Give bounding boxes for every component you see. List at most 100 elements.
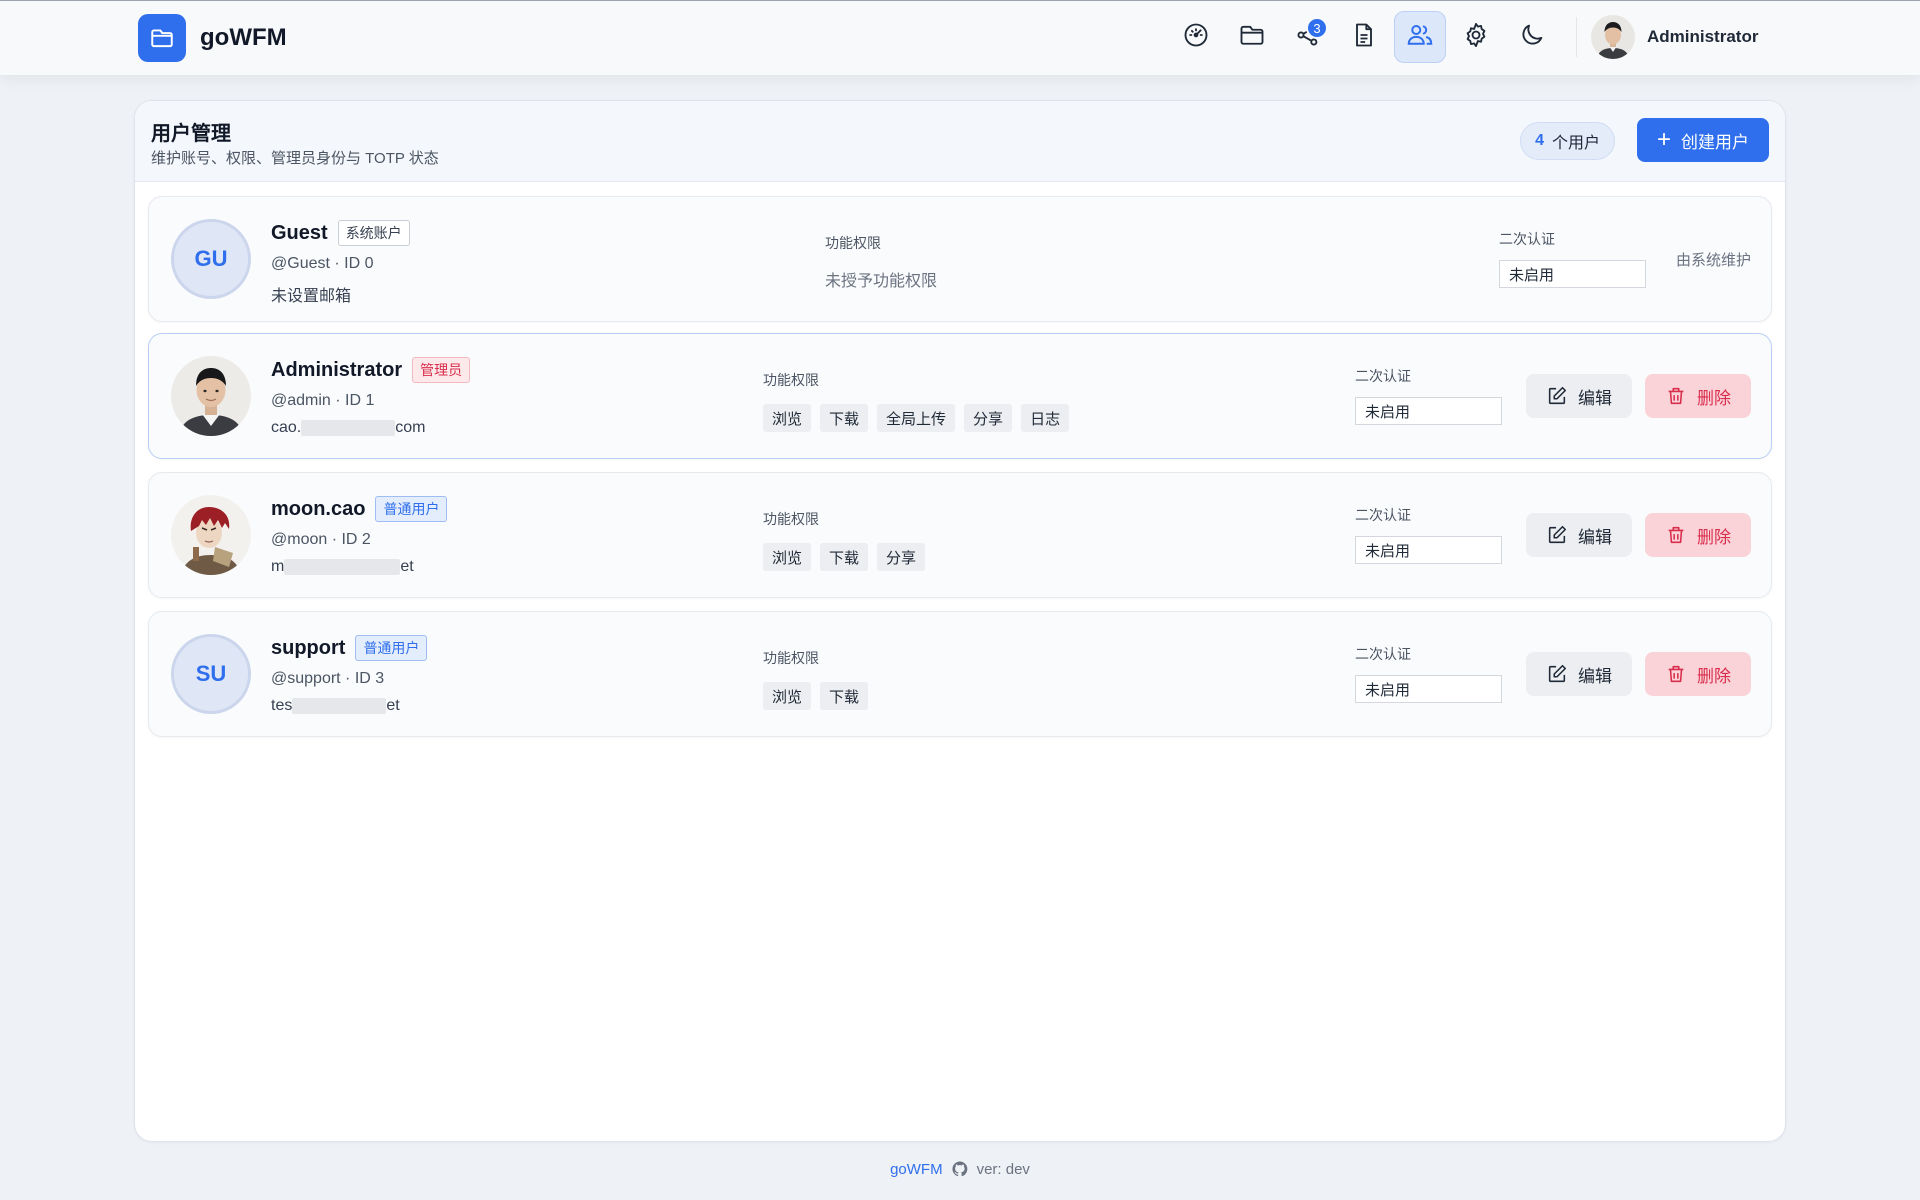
top-bar: goWFM 3 Administrator [0, 0, 1920, 75]
brand[interactable]: goWFM [138, 14, 287, 62]
permission-chip: 日志 [1021, 404, 1070, 432]
avatar [1591, 15, 1635, 59]
delete-button[interactable]: 删除 [1645, 513, 1751, 557]
delete-label: 删除 [1697, 527, 1731, 547]
footer-app-link[interactable]: goWFM [890, 1161, 943, 1178]
nav-divider [1576, 17, 1577, 57]
nav-files[interactable] [1226, 11, 1278, 63]
panel-header: 用户管理 维护账号、权限、管理员身份与 TOTP 状态 4 个用户 + 创建用户 [135, 101, 1785, 182]
email-prefix: cao. [271, 419, 302, 436]
email-redaction [284, 558, 401, 575]
user-name: support [271, 636, 346, 659]
totp-status: 未启用 [1355, 397, 1502, 425]
folder-icon [1238, 21, 1266, 54]
edit-icon [1548, 386, 1567, 405]
user-name: Guest [271, 221, 328, 244]
nav-dashboard[interactable] [1170, 11, 1222, 63]
no-permissions-text: 未授予功能权限 [825, 273, 938, 290]
role-badge: 普通用户 [355, 635, 428, 661]
user-handle: @Guest · ID 0 [271, 255, 374, 272]
folder-logo-icon [138, 14, 186, 62]
main-nav: 3 Administrator [1170, 11, 1758, 63]
email-prefix: m [271, 558, 285, 575]
avatar [171, 356, 251, 436]
user-info: Guest 系统账户 @Guest · ID 0 未设置邮箱 [271, 219, 410, 306]
totp-status: 未启用 [1355, 675, 1502, 703]
avatar: GU [171, 219, 251, 299]
delete-button[interactable]: 删除 [1645, 652, 1751, 696]
nav-settings[interactable] [1450, 11, 1502, 63]
user-info: support 普通用户 @support · ID 3 tes et [271, 634, 428, 715]
footer: goWFM ver: dev [0, 1160, 1920, 1178]
document-icon [1350, 21, 1378, 54]
current-user-menu[interactable]: Administrator [1591, 15, 1758, 59]
user-count-label: 个用户 [1551, 135, 1600, 152]
plus-icon: + [1656, 126, 1671, 153]
share-count-badge: 3 [1306, 17, 1328, 39]
user-management-panel: 用户管理 维护账号、权限、管理员身份与 TOTP 状态 4 个用户 + 创建用户… [134, 100, 1786, 1142]
nav-logs[interactable] [1338, 11, 1390, 63]
permissions-label: 功能权限 [763, 650, 819, 666]
user-handle: @admin · ID 1 [271, 392, 375, 409]
permission-chip: 下载 [820, 543, 869, 571]
user-email: cao. com [271, 419, 470, 437]
avatar-initials: GU [194, 246, 228, 271]
permission-chip: 全局上传 [877, 404, 956, 432]
edit-button[interactable]: 编辑 [1526, 652, 1632, 696]
trash-icon [1668, 526, 1684, 544]
permissions-label: 功能权限 [763, 372, 819, 388]
role-badge: 普通用户 [375, 496, 448, 522]
totp-label: 二次认证 [1355, 646, 1411, 662]
edit-label: 编辑 [1578, 666, 1612, 686]
user-name: Administrator [271, 358, 403, 381]
edit-icon [1548, 664, 1567, 683]
permission-chip: 浏览 [763, 404, 812, 432]
permission-chip: 分享 [877, 543, 926, 571]
email-prefix: tes [271, 697, 293, 714]
totp-section: 二次认证 未启用 [1355, 366, 1502, 425]
avatar-initials: SU [195, 661, 227, 686]
edit-button[interactable]: 编辑 [1526, 513, 1632, 557]
app-version: ver: dev [976, 1160, 1030, 1178]
create-user-button[interactable]: + 创建用户 [1636, 118, 1769, 162]
user-card-moon: moon.cao 普通用户 @moon · ID 2 m et 功能权限 浏览 下… [148, 472, 1772, 598]
user-info: Administrator 管理员 @admin · ID 1 cao. com [271, 356, 471, 437]
email-suffix: com [395, 419, 426, 436]
delete-button[interactable]: 删除 [1645, 374, 1751, 418]
totp-label: 二次认证 [1355, 368, 1411, 384]
system-maintained-note: 由系统维护 [1675, 252, 1751, 269]
totp-section: 二次认证 未启用 [1355, 644, 1502, 703]
permissions-section: 功能权限 浏览 下载 全局上传 分享 日志 [763, 370, 1078, 432]
nav-theme-toggle[interactable] [1506, 11, 1558, 63]
trash-icon [1668, 665, 1684, 683]
email-suffix: et [400, 558, 414, 575]
user-handle: @moon · ID 2 [271, 531, 371, 548]
permissions-section: 功能权限 浏览 下载 分享 [763, 509, 934, 571]
github-icon[interactable] [951, 1160, 969, 1178]
role-badge: 系统账户 [337, 220, 410, 246]
current-user-name: Administrator [1647, 27, 1759, 46]
delete-label: 删除 [1697, 388, 1731, 408]
permission-chip: 浏览 [763, 682, 812, 710]
permission-chip: 浏览 [763, 543, 812, 571]
dashboard-gauge-icon [1182, 21, 1210, 54]
avatar [171, 495, 251, 575]
totp-label: 二次认证 [1355, 507, 1411, 523]
user-card-guest: GU Guest 系统账户 @Guest · ID 0 未设置邮箱 功能权限 未… [148, 196, 1772, 322]
email-redaction [292, 697, 387, 714]
user-email: tes et [271, 697, 427, 715]
email-redaction [301, 419, 396, 436]
user-card-support: SU support 普通用户 @support · ID 3 tes et 功能… [148, 611, 1772, 737]
email-suffix: et [386, 697, 400, 714]
edit-label: 编辑 [1578, 527, 1612, 547]
nav-shares[interactable]: 3 [1282, 11, 1334, 63]
edit-button[interactable]: 编辑 [1526, 374, 1632, 418]
user-email: 未设置邮箱 [271, 288, 352, 305]
totp-section: 二次认证 未启用 [1355, 505, 1502, 564]
permissions-label: 功能权限 [763, 511, 819, 527]
permission-chip: 分享 [964, 404, 1013, 432]
user-name: moon.cao [271, 497, 366, 520]
totp-label: 二次认证 [1499, 231, 1555, 247]
nav-users[interactable] [1394, 11, 1446, 63]
page-title: 用户管理 [151, 123, 231, 145]
